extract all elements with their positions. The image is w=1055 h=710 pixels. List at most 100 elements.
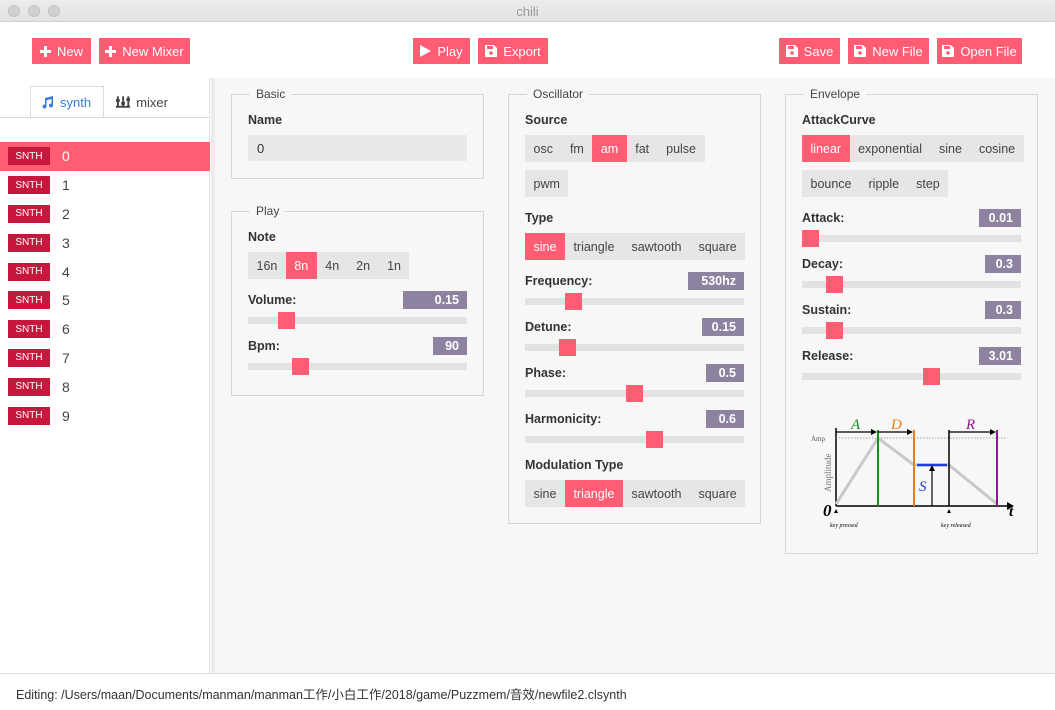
open-file-button-label: Open File (960, 43, 1017, 59)
source-option-pulse[interactable]: pulse (658, 135, 705, 162)
track-name: 6 (62, 321, 70, 338)
modulation-option-square[interactable]: square (690, 480, 745, 507)
modulation-option-sawtooth[interactable]: sawtooth (623, 480, 690, 507)
track-badge: SNTH (8, 233, 50, 252)
type-option-triangle[interactable]: triangle (565, 233, 623, 260)
source-option-fat[interactable]: fat (627, 135, 658, 162)
note-option-4n[interactable]: 4n (317, 252, 348, 279)
bpm-slider-thumb[interactable] (292, 358, 310, 375)
play-button-label: Play (437, 43, 463, 59)
save-button-label: Save (803, 43, 834, 59)
open-file-button[interactable]: Open File (937, 38, 1022, 64)
source-option-pwm[interactable]: pwm (525, 170, 568, 197)
bpm-slider[interactable] (248, 358, 467, 375)
new-mixer-button[interactable]: New Mixer (99, 38, 190, 64)
diagram-label-r: R (965, 417, 975, 433)
track-item[interactable]: SNTH 6 (0, 315, 210, 344)
note-option-8n[interactable]: 8n (285, 252, 317, 279)
curve-option-cosine[interactable]: cosine (970, 135, 1023, 162)
floppy-disk-icon (942, 45, 955, 57)
track-name: 2 (62, 205, 70, 222)
type-option-square[interactable]: square (690, 233, 745, 260)
harmonicity-slider-thumb[interactable] (646, 431, 664, 448)
modulation-option-triangle[interactable]: triangle (564, 480, 623, 507)
floppy-disk-icon (854, 45, 867, 57)
sustain-slider-thumb[interactable] (826, 322, 844, 339)
volume-slider-thumb[interactable] (278, 312, 296, 329)
save-button[interactable]: Save (779, 38, 840, 64)
track-list: SNTH 0 SNTH 1 SNTH 2 SNTH 3 SNTH 4 SNTH 5 SNTH… (0, 142, 210, 430)
curve-option-ripple[interactable]: ripple (860, 170, 908, 197)
attack-slider[interactable] (802, 230, 1021, 247)
curve-option-step[interactable]: step (908, 170, 949, 197)
source-option-osc[interactable]: osc (525, 135, 561, 162)
release-slider[interactable] (802, 368, 1021, 385)
frequency-slider-thumb[interactable] (565, 293, 583, 310)
note-option-1n[interactable]: 1n (379, 252, 410, 279)
track-item[interactable]: SNTH 7 (0, 344, 210, 373)
track-badge: SNTH (8, 348, 50, 367)
curve-option-linear[interactable]: linear (802, 135, 850, 162)
diagram-key-pressed-label: key pressed (830, 523, 859, 529)
track-badge: SNTH (8, 204, 50, 223)
volume-slider[interactable] (248, 312, 467, 329)
track-name: 0 (62, 148, 70, 165)
phase-slider[interactable] (525, 385, 744, 402)
type-option-sine[interactable]: sine (525, 233, 565, 260)
track-item[interactable]: SNTH 9 (0, 401, 210, 430)
track-item[interactable]: SNTH 5 (0, 286, 210, 315)
note-label: Note (248, 230, 276, 244)
curve-option-bounce[interactable]: bounce (802, 170, 860, 197)
export-button[interactable]: Export (478, 38, 548, 64)
new-file-button[interactable]: New File (848, 38, 929, 64)
window-title: chili (516, 4, 539, 19)
envelope-legend: Envelope (810, 87, 861, 101)
attack-label: Attack: (802, 211, 845, 225)
release-slider-thumb[interactable] (923, 368, 941, 385)
name-input[interactable] (248, 135, 467, 161)
new-button-label: New (56, 43, 83, 59)
diagram-origin-label: 0 (823, 501, 832, 520)
diagram-label-d: D (890, 417, 902, 433)
track-item[interactable]: SNTH 4 (0, 257, 210, 286)
sustain-slider[interactable] (802, 322, 1021, 339)
type-selector: sine triangle sawtooth square (525, 233, 746, 260)
harmonicity-slider[interactable] (525, 431, 744, 448)
track-badge: SNTH (8, 262, 50, 281)
source-option-am[interactable]: am (592, 135, 627, 162)
decay-slider-thumb[interactable] (826, 276, 844, 293)
attack-slider-thumb[interactable] (802, 230, 819, 247)
note-option-2n[interactable]: 2n (348, 252, 379, 279)
decay-slider[interactable] (802, 276, 1021, 293)
track-item[interactable]: SNTH 3 (0, 228, 210, 257)
decay-label: Decay: (802, 257, 843, 271)
source-option-fm[interactable]: fm (561, 135, 592, 162)
decay-value: 0.3 (985, 255, 1021, 273)
note-option-16n[interactable]: 16n (248, 252, 286, 279)
curve-option-exponential[interactable]: exponential (850, 135, 931, 162)
curve-option-sine[interactable]: sine (931, 135, 971, 162)
oscillator-legend: Oscillator (533, 87, 584, 101)
phase-slider-thumb[interactable] (626, 385, 643, 402)
frequency-slider[interactable] (525, 293, 744, 310)
track-item[interactable]: SNTH 8 (0, 372, 210, 401)
type-option-sawtooth[interactable]: sawtooth (623, 233, 690, 260)
play-button[interactable]: Play (413, 38, 470, 64)
music-note-icon (42, 95, 54, 109)
tab-synth[interactable]: synth (30, 86, 104, 118)
track-item[interactable]: SNTH 1 (0, 171, 210, 200)
basic-legend: Basic (256, 87, 286, 101)
tab-mixer[interactable]: mixer (106, 86, 178, 118)
title-bar: chili (0, 0, 1055, 22)
modulation-option-sine[interactable]: sine (525, 480, 565, 507)
detune-slider[interactable] (525, 339, 744, 356)
envelope-curve (834, 435, 998, 506)
diagram-amp-label: Amp (811, 435, 826, 443)
track-item[interactable]: SNTH 0 (0, 142, 210, 171)
diagram-key-released-label: key released (941, 523, 972, 529)
track-badge: SNTH (8, 406, 50, 425)
new-button[interactable]: New (32, 38, 91, 64)
track-item[interactable]: SNTH 2 (0, 200, 210, 229)
detune-slider-thumb[interactable] (559, 339, 577, 356)
track-name: 9 (62, 407, 70, 424)
